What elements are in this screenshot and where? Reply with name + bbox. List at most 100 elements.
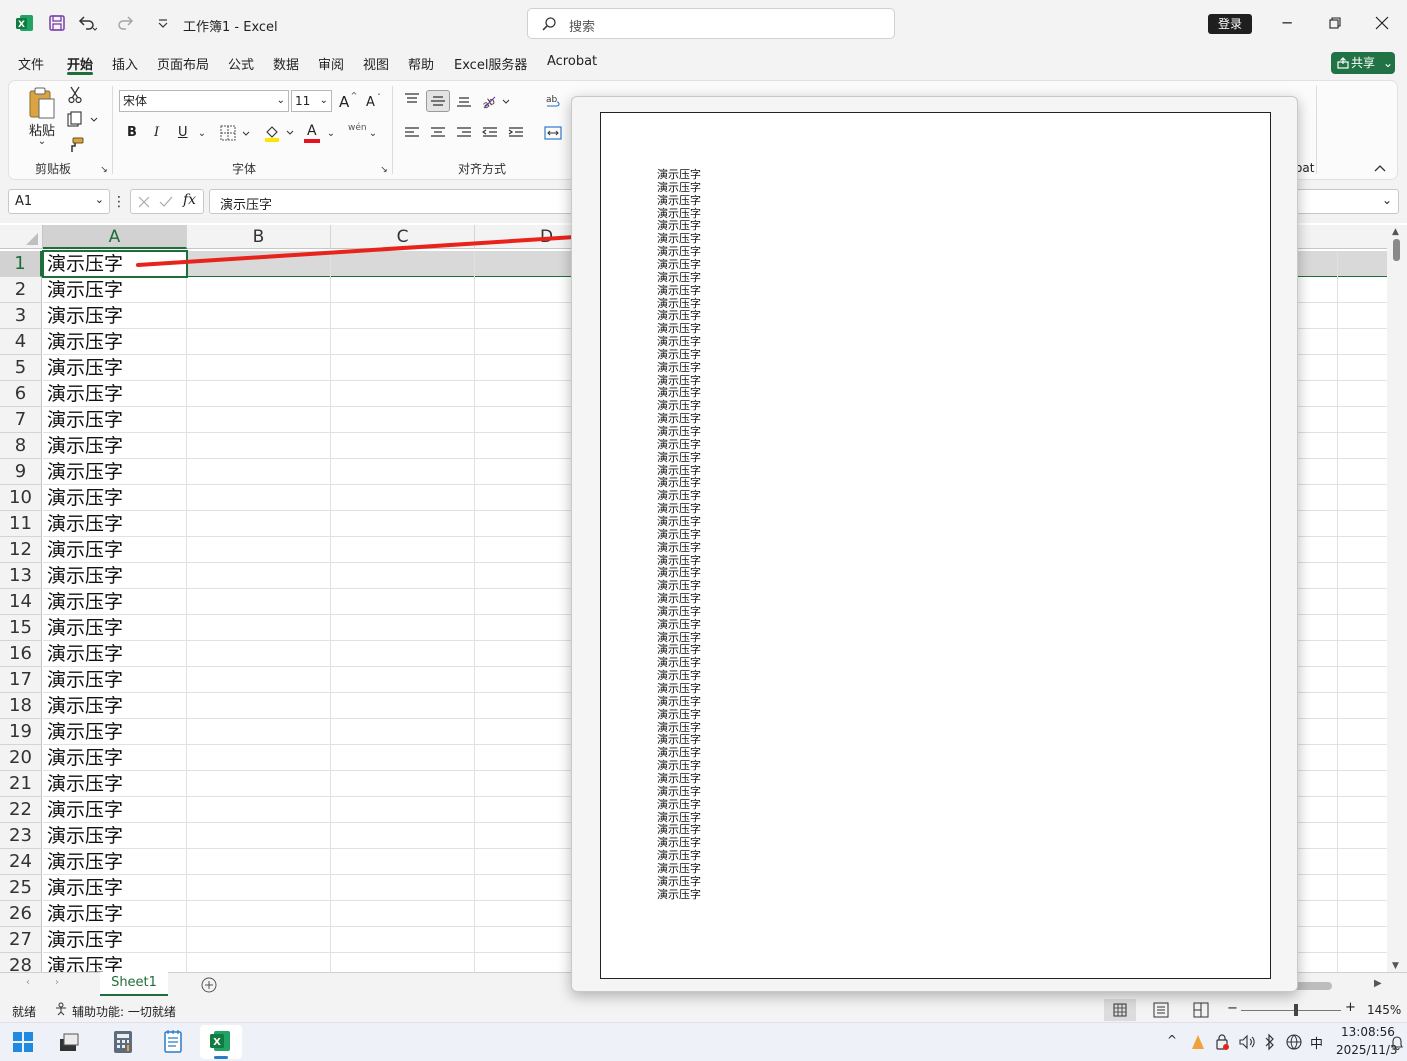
cell-a[interactable]: 演示压字: [43, 719, 187, 745]
cell-a[interactable]: 演示压字: [43, 589, 187, 615]
cell-a[interactable]: 演示压字: [43, 381, 187, 407]
row-header[interactable]: 8: [0, 433, 42, 459]
clock-date[interactable]: 2025/11/3: [1336, 1043, 1398, 1057]
preview-text-line: 演示压字: [657, 874, 701, 888]
row-header[interactable]: 7: [0, 407, 42, 433]
network-icon[interactable]: [1285, 1033, 1303, 1051]
cell-a[interactable]: 演示压字: [43, 901, 187, 927]
row-header[interactable]: 12: [0, 537, 42, 563]
normal-view-icon[interactable]: [1104, 999, 1136, 1021]
preview-text-line: 演示压字: [657, 784, 701, 798]
cell-a[interactable]: 演示压字: [43, 823, 187, 849]
volume-icon[interactable]: [1238, 1033, 1256, 1051]
cell-a[interactable]: 演示压字: [43, 355, 187, 381]
cell-a[interactable]: 演示压字: [43, 329, 187, 355]
next-sheet-icon[interactable]: ›: [55, 977, 59, 988]
cell-a[interactable]: 演示压字: [43, 407, 187, 433]
sheet-tab-active[interactable]: Sheet1: [100, 972, 168, 996]
minimize-icon[interactable]: ─: [1276, 12, 1298, 34]
row-header[interactable]: 16: [0, 641, 42, 667]
group-divider: [1316, 86, 1317, 174]
row-header[interactable]: 15: [0, 615, 42, 641]
cell-a[interactable]: 演示压字: [43, 953, 187, 972]
accessibility-status[interactable]: 辅助功能: 一切就绪: [72, 1003, 176, 1020]
preview-text-line: 演示压字: [657, 797, 701, 811]
maximize-icon[interactable]: [1324, 12, 1346, 34]
row-header[interactable]: 22: [0, 797, 42, 823]
row-header[interactable]: 26: [0, 901, 42, 927]
vertical-scrollbar[interactable]: ▲ ▼: [1387, 225, 1407, 972]
row-header[interactable]: 23: [0, 823, 42, 849]
row-header[interactable]: 20: [0, 745, 42, 771]
tray-security-icon[interactable]: [1214, 1033, 1230, 1051]
tray-app-icon[interactable]: [1190, 1033, 1206, 1051]
cell-a[interactable]: 演示压字: [43, 693, 187, 719]
cell-a[interactable]: 演示压字: [43, 485, 187, 511]
calculator-icon[interactable]: [112, 1030, 134, 1054]
scroll-up-icon[interactable]: ▲: [1392, 227, 1399, 237]
share-label: 共享: [1351, 56, 1376, 70]
prev-sheet-icon[interactable]: ‹: [26, 977, 30, 988]
zoom-in-icon[interactable]: +: [1345, 1000, 1356, 1015]
excel-taskbar-icon[interactable]: X: [200, 1025, 242, 1059]
cell-a[interactable]: 演示压字: [43, 511, 187, 537]
task-view-icon[interactable]: [58, 1031, 80, 1053]
zoom-slider[interactable]: [1241, 1010, 1341, 1011]
cell-a[interactable]: 演示压字: [43, 537, 187, 563]
scroll-down-icon[interactable]: ▼: [1392, 961, 1399, 971]
windows-start-icon[interactable]: [12, 1031, 34, 1053]
row-header[interactable]: 18: [0, 693, 42, 719]
row-header[interactable]: 19: [0, 719, 42, 745]
row-header[interactable]: 24: [0, 849, 42, 875]
row-header[interactable]: 11: [0, 511, 42, 537]
row-header[interactable]: 10: [0, 485, 42, 511]
bluetooth-icon[interactable]: [1263, 1033, 1277, 1051]
row-header[interactable]: 6: [0, 381, 42, 407]
cell-a[interactable]: 演示压字: [43, 797, 187, 823]
cell-a[interactable]: 演示压字: [43, 433, 187, 459]
cell-a[interactable]: 演示压字: [43, 563, 187, 589]
login-button[interactable]: 登录: [1208, 14, 1252, 34]
cell-a[interactable]: 演示压字: [43, 615, 187, 641]
row-header[interactable]: 17: [0, 667, 42, 693]
cell-a[interactable]: 演示压字: [43, 459, 187, 485]
ime-indicator[interactable]: 中: [1310, 1033, 1323, 1052]
row-header[interactable]: 28: [0, 953, 42, 972]
row-header[interactable]: 9: [0, 459, 42, 485]
vertical-scroll-thumb[interactable]: [1393, 239, 1400, 261]
cell-a[interactable]: 演示压字: [43, 667, 187, 693]
row-header[interactable]: 13: [0, 563, 42, 589]
preview-text-line: 演示压字: [657, 514, 701, 528]
clock-time[interactable]: 13:08:56: [1341, 1025, 1395, 1039]
cell-a[interactable]: 演示压字: [43, 745, 187, 771]
grid-line: [474, 251, 475, 972]
preview-text-line: 演示压字: [657, 861, 701, 875]
collapse-ribbon-icon[interactable]: [1372, 160, 1388, 176]
zoom-out-icon[interactable]: −: [1227, 1001, 1238, 1016]
row-header[interactable]: 14: [0, 589, 42, 615]
row-header[interactable]: 21: [0, 771, 42, 797]
close-icon[interactable]: [1371, 12, 1393, 34]
row-header[interactable]: 5: [0, 355, 42, 381]
add-sheet-icon[interactable]: [201, 977, 217, 993]
notepad-icon[interactable]: [162, 1029, 184, 1053]
cell-a[interactable]: 演示压字: [43, 875, 187, 901]
zoom-level[interactable]: 145%: [1367, 1003, 1401, 1017]
preview-text-line: 演示压字: [657, 694, 701, 708]
share-button[interactable]: 共享 ⌄: [1331, 52, 1395, 74]
tray-overflow-icon[interactable]: ^: [1167, 1033, 1177, 1047]
cell-a[interactable]: 演示压字: [43, 303, 187, 329]
row-header[interactable]: 4: [0, 329, 42, 355]
cell-a[interactable]: 演示压字: [43, 771, 187, 797]
zoom-slider-thumb[interactable]: [1294, 1004, 1298, 1016]
scroll-right-icon[interactable]: ▶: [1374, 978, 1382, 989]
page-layout-view-icon[interactable]: [1152, 1002, 1170, 1018]
row-header[interactable]: 25: [0, 875, 42, 901]
row-header[interactable]: 27: [0, 927, 42, 953]
cell-a[interactable]: 演示压字: [43, 927, 187, 953]
notification-bell-icon[interactable]: [1390, 1033, 1404, 1051]
page-break-view-icon[interactable]: [1192, 1002, 1210, 1018]
cell-a[interactable]: 演示压字: [43, 849, 187, 875]
cell-a[interactable]: 演示压字: [43, 641, 187, 667]
row-header[interactable]: 3: [0, 303, 42, 329]
